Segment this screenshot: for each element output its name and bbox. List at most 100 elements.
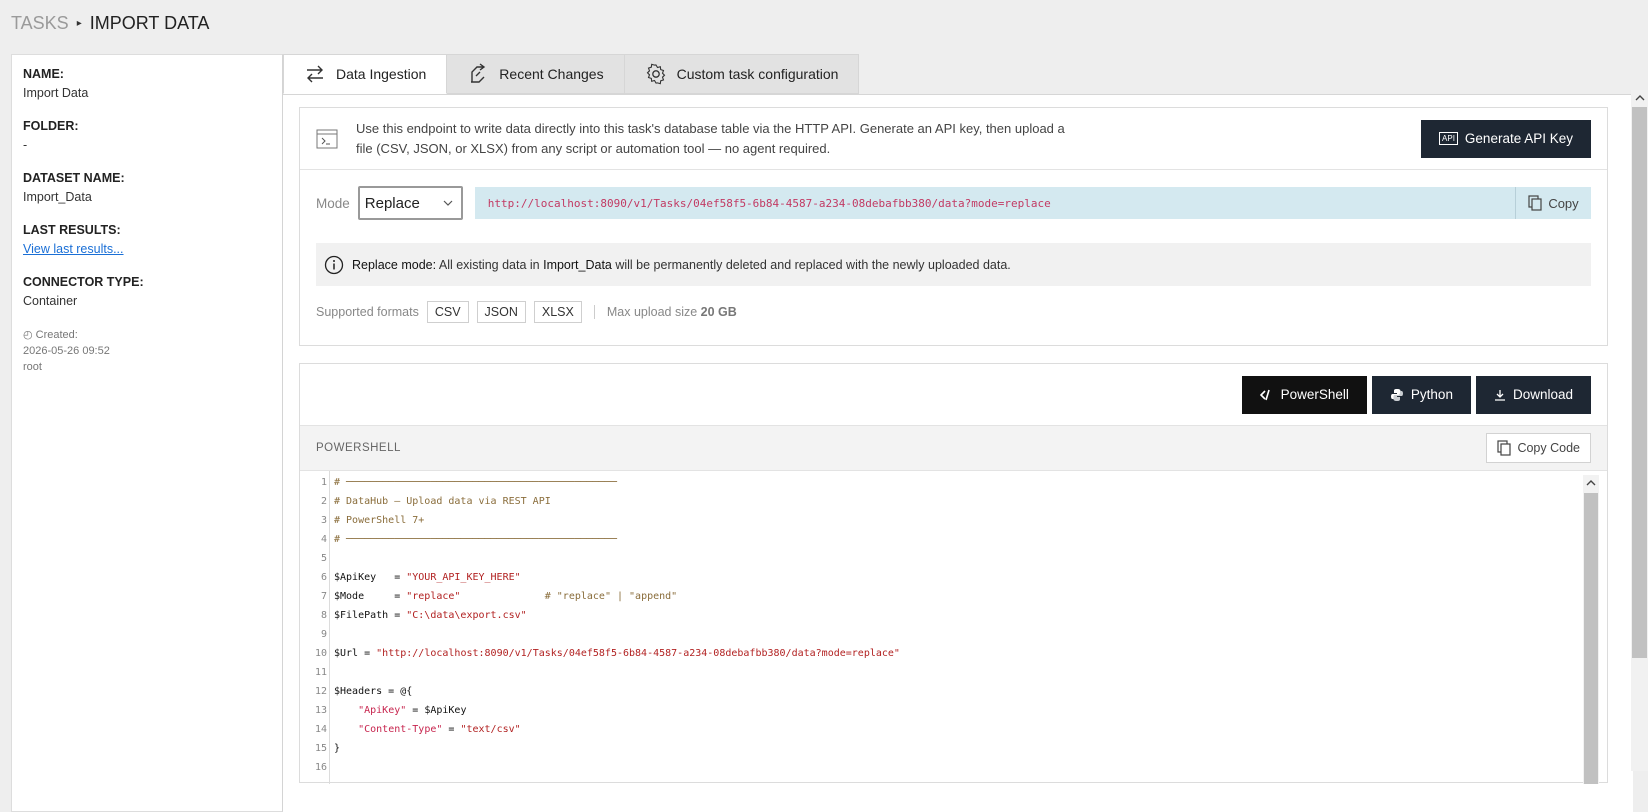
view-last-results-link[interactable]: View last results... — [23, 242, 124, 256]
scroll-thumb[interactable] — [1632, 107, 1647, 658]
python-button[interactable]: Python — [1371, 375, 1471, 414]
code-token: $Mode = — [334, 591, 407, 602]
notice-mode-title: Replace mode: — [352, 257, 437, 272]
download-label: Download — [1512, 387, 1573, 402]
breadcrumb-separator: ▸ — [76, 18, 82, 29]
code-line: $FilePath = "C:\data\export.csv" — [334, 606, 527, 625]
code-token: "C:\data\export.csv" — [406, 610, 527, 621]
max-upload-label: Max upload size — [606, 305, 698, 319]
line-number: 5 — [320, 553, 327, 564]
endpoint-url[interactable]: http://localhost:8090/v1/Tasks/04ef58f5-… — [475, 197, 1515, 210]
code-token: $Headers = @{ — [334, 686, 413, 697]
generate-api-key-button[interactable]: API Generate API Key — [1421, 119, 1591, 158]
scroll-up-icon[interactable] — [1631, 90, 1648, 106]
copy-url-button[interactable]: Copy — [1515, 187, 1591, 219]
mode-value: Replace — [364, 194, 420, 212]
tab-data-ingestion[interactable]: Data Ingestion — [283, 54, 448, 94]
code-token: = — [442, 724, 461, 735]
supported-formats-row: Supported formats CSV JSON XLSX Max uplo… — [300, 301, 1607, 323]
code-token: } — [334, 743, 341, 754]
code-scrollbar[interactable] — [1583, 475, 1599, 784]
folder-label: FOLDER: — [23, 119, 79, 133]
code-line: "ApiKey" = $ApiKey — [334, 701, 466, 720]
code-editor[interactable]: 1 2 3 4 5 6 7 8 9 10 11 12 13 14 15 16 #… — [300, 471, 1607, 784]
breadcrumb-tasks-link[interactable]: TASKS — [11, 13, 69, 34]
code-line: } — [334, 739, 340, 758]
line-number: 7 — [320, 591, 327, 602]
line-number: 1 — [320, 477, 327, 488]
max-upload-value: 20 GB — [700, 305, 737, 319]
code-token: = $ApiKey — [406, 705, 467, 716]
mode-select[interactable]: Replace — [357, 186, 463, 220]
code-line: "Content-Type" = "text/csv" — [334, 720, 521, 739]
tab-bar: Data Ingestion Recent Changes Custom tas… — [283, 54, 860, 94]
notice-text-1: All existing data in — [436, 257, 544, 272]
generate-api-key-label: Generate API Key — [1464, 131, 1573, 146]
code-token: $Url = — [334, 648, 377, 659]
last-results-label: LAST RESULTS: — [23, 223, 121, 237]
code-token: $ApiKey = — [334, 572, 407, 583]
tab-recent-changes[interactable]: Recent Changes — [447, 54, 625, 94]
format-chip-xlsx: XLSX — [533, 301, 582, 323]
format-chip-csv: CSV — [426, 301, 469, 323]
created-date: 2026-05-26 09:52 — [23, 345, 110, 357]
powershell-button[interactable]: PowerShell — [1241, 375, 1367, 414]
created-meta: ◴ Created: 2026-05-26 09:52 root — [23, 327, 271, 375]
copy-icon — [1497, 440, 1512, 456]
code-token: "replace" — [406, 591, 461, 602]
api-key-icon: API — [1439, 132, 1458, 145]
line-number: 8 — [320, 610, 327, 621]
line-number: 11 — [314, 667, 327, 678]
endpoint-url-box: http://localhost:8090/v1/Tasks/04ef58f5-… — [474, 187, 1591, 219]
line-number: 14 — [314, 724, 327, 735]
snippet-language-toolbar: PowerShell Python Download — [300, 364, 1607, 426]
copy-code-button[interactable]: Copy Code — [1486, 433, 1591, 463]
data-ingestion-panel: Use this endpoint to write data directly… — [283, 94, 1633, 812]
code-token: $FilePath = — [334, 610, 407, 621]
tab-label: Recent Changes — [499, 66, 604, 82]
snippet-language-title: POWERSHELL — [316, 442, 401, 454]
chevron-down-icon — [443, 200, 453, 206]
line-number: 15 — [314, 743, 327, 754]
code-line: # ──────────────────────────────────────… — [334, 530, 617, 549]
download-button[interactable]: Download — [1475, 375, 1591, 414]
tab-label: Custom task configuration — [676, 66, 839, 82]
code-line: $Mode = "replace" # "replace" | "append" — [334, 587, 677, 606]
tab-custom-task-configuration[interactable]: Custom task configuration — [624, 54, 860, 94]
notice-dataset-name: Import_Data — [543, 257, 612, 272]
code-line: # DataHub — Upload data via REST API — [334, 492, 551, 511]
code-token: # ──────────────────────────────────────… — [334, 477, 617, 488]
code-icon — [1259, 389, 1270, 400]
main-area: Data Ingestion Recent Changes Custom tas… — [283, 54, 1648, 812]
code-line: $ApiKey = "YOUR_API_KEY_HERE" — [334, 568, 521, 587]
page-scrollbar[interactable] — [1631, 90, 1648, 771]
code-token: # PowerShell 7+ — [334, 515, 425, 526]
copy-icon — [1528, 195, 1542, 211]
code-token: "text/csv" — [460, 724, 521, 735]
gear-icon — [646, 63, 665, 85]
mode-label: Mode — [316, 195, 350, 211]
python-icon — [1390, 388, 1403, 401]
code-token: "YOUR_API_KEY_HERE" — [406, 572, 521, 583]
endpoint-description: Use this endpoint to write data directly… — [356, 120, 1065, 156]
line-number: 10 — [314, 648, 327, 659]
endpoint-panel: Use this endpoint to write data directly… — [299, 107, 1608, 346]
name-label: NAME: — [23, 67, 64, 81]
line-number: 4 — [320, 534, 327, 545]
scroll-thumb[interactable] — [1584, 493, 1598, 784]
code-token: "http://localhost:8090/v1/Tasks/04ef58f5… — [376, 648, 900, 659]
folder-value: - — [23, 138, 28, 152]
notice-text-2: will be permanently deleted and replaced… — [611, 257, 1011, 272]
line-number: 3 — [320, 515, 327, 526]
line-number: 9 — [320, 629, 327, 640]
breadcrumb: TASKS ▸ IMPORT DATA — [11, 13, 209, 34]
scroll-up-icon[interactable] — [1583, 475, 1599, 491]
supported-formats-label: Supported formats — [316, 305, 419, 319]
divider — [593, 305, 595, 319]
powershell-label: PowerShell — [1280, 387, 1349, 402]
code-snippet-panel: PowerShell Python Download POWERSHELL Co… — [299, 363, 1608, 784]
code-line: $Url = "http://localhost:8090/v1/Tasks/0… — [334, 644, 900, 663]
